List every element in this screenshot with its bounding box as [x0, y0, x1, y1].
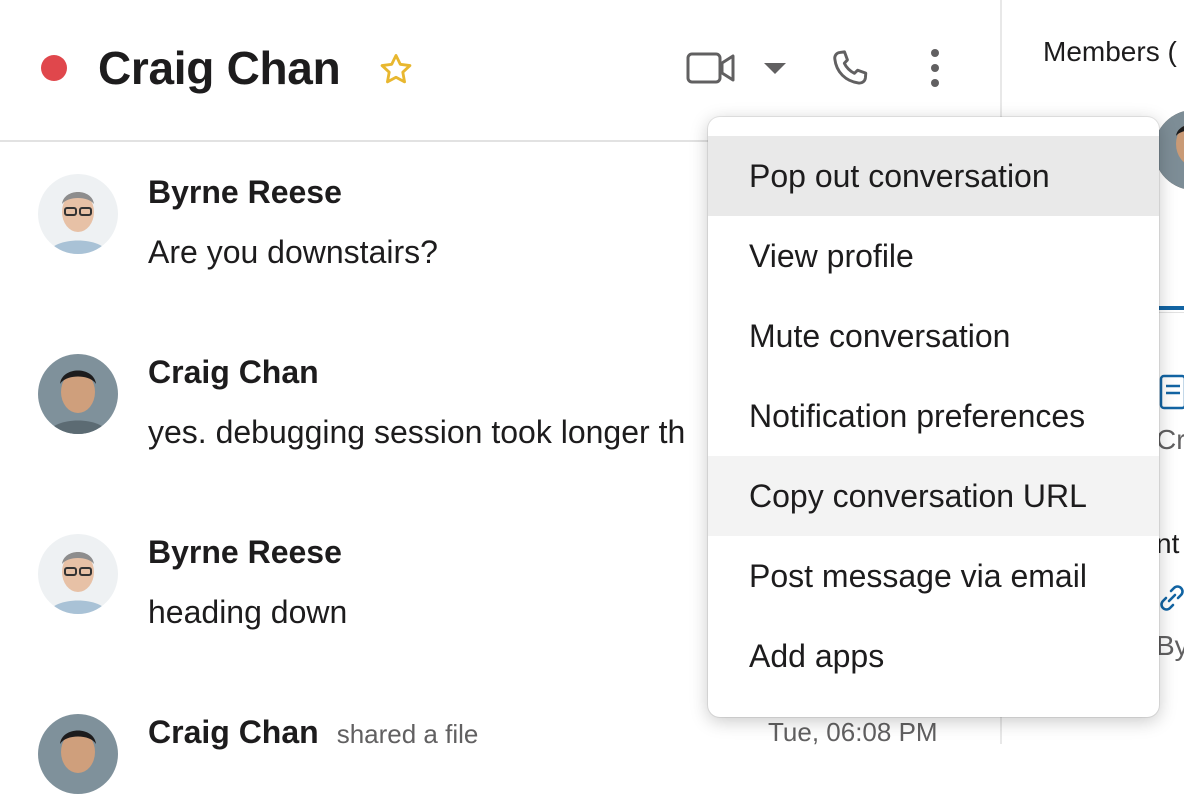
presence-indicator [41, 55, 67, 81]
message-text: Are you downstairs? [148, 234, 438, 270]
side-text-fragment: By [1156, 630, 1184, 661]
message-text: heading down [148, 594, 348, 630]
chevron-down-icon[interactable] [762, 60, 788, 76]
link-icon [1160, 585, 1184, 611]
menu-item-notification-preferences[interactable]: Notification preferences [708, 376, 1159, 456]
star-icon[interactable] [376, 51, 416, 89]
menu-item-pop-out-conversation[interactable]: Pop out conversation [708, 136, 1159, 216]
menu-item-post-message-via-email[interactable]: Post message via email [708, 536, 1159, 616]
avatar[interactable] [38, 354, 118, 434]
menu-item-add-apps[interactable]: Add apps [708, 616, 1159, 696]
more-vertical-icon[interactable] [924, 46, 946, 90]
message-text: yes. debugging session took longer th [148, 414, 686, 450]
message-sender-name[interactable]: Craig Chan [148, 714, 319, 750]
menu-item-view-profile[interactable]: View profile [708, 216, 1159, 296]
members-label[interactable]: Members ( [1043, 36, 1177, 68]
message-meta: shared a file [336, 719, 479, 749]
message-sender[interactable]: Byrne Reese [148, 532, 342, 572]
document-icon [1159, 374, 1184, 410]
phone-icon[interactable] [828, 46, 872, 90]
video-icon[interactable] [686, 50, 736, 86]
avatar[interactable] [38, 174, 118, 254]
menu-item-copy-conversation-url[interactable]: Copy conversation URL [708, 456, 1159, 536]
side-text-fragment: nt [1156, 528, 1180, 559]
menu-item-mute-conversation[interactable]: Mute conversation [708, 296, 1159, 376]
side-text-fragment: Cr [1156, 424, 1184, 455]
message-sender: Craig Chan shared a file [148, 712, 478, 754]
avatar[interactable] [38, 534, 118, 614]
conversation-title[interactable]: Craig Chan [98, 36, 341, 100]
message-timestamp[interactable]: Tue, 06:08 PM [768, 714, 938, 750]
conversation-options-menu: Pop out conversation View profile Mute c… [708, 117, 1159, 717]
avatar[interactable] [38, 714, 118, 794]
message-sender[interactable]: Craig Chan [148, 352, 319, 392]
message-sender[interactable]: Byrne Reese [148, 172, 342, 212]
